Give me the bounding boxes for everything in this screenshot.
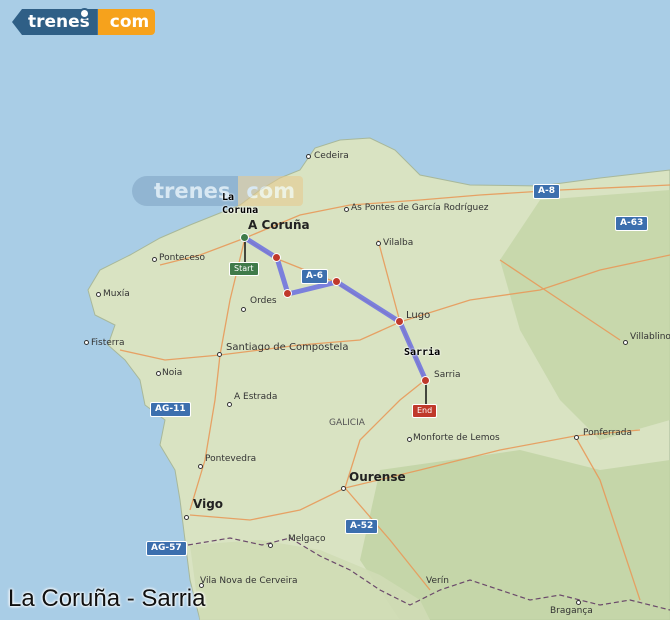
place-label-acoruna: A Coruña (248, 218, 310, 232)
city-dot-melgaco (268, 543, 273, 548)
highway-shield-a6: A-6 (301, 269, 328, 284)
city-dot-ponteceso (152, 257, 157, 262)
route-stop-marker[interactable] (272, 253, 281, 262)
city-dot-muxia (96, 292, 101, 297)
place-label-lugo: Lugo (406, 310, 431, 321)
city-dot-ordes (241, 307, 246, 312)
city-dot-ponferrada (574, 435, 579, 440)
city-dot-fisterra (84, 340, 89, 345)
city-dot-aestrada (227, 402, 232, 407)
place-label-ourense: Ourense (349, 470, 406, 484)
place-label-melgaco: Melgaço (288, 534, 326, 544)
city-dot-ourense (341, 486, 346, 491)
route-map[interactable]: trenes com trenes com A-8 A-6 A-63 AG-11… (0, 0, 670, 620)
route-end-marker[interactable] (421, 376, 430, 385)
start-tag[interactable]: Start (229, 262, 259, 276)
place-label-santiago: Santiago de Compostela (226, 342, 349, 353)
place-label-pontes: As Pontes de García Rodríguez (351, 203, 489, 213)
route-stop-marker[interactable] (332, 277, 341, 286)
city-dot-vilalba (376, 241, 381, 246)
route-origin-label-line1: La (222, 192, 235, 203)
place-label-vigo: Vigo (193, 497, 224, 511)
city-dot-villablino (623, 340, 628, 345)
route-stop-marker[interactable] (395, 317, 404, 326)
brand-logo-right: com (97, 9, 156, 35)
region-label-galicia: GALICIA (329, 418, 365, 428)
city-dot-braganca (576, 600, 581, 605)
place-label-aestrada: A Estrada (234, 392, 278, 402)
city-dot-cedeira (306, 154, 311, 159)
city-dot-pontes (344, 207, 349, 212)
route-start-marker[interactable] (240, 233, 249, 242)
watermark: trenes com (132, 176, 304, 206)
city-dot-pontevedra (198, 464, 203, 469)
route-title: La Coruña - Sarria (8, 585, 206, 612)
map-canvas (87, 137, 670, 620)
city-dot-noia (156, 371, 161, 376)
place-label-pontevedra: Pontevedra (205, 454, 257, 464)
watermark-right: com (238, 176, 304, 206)
place-label-ordes: Ordes (250, 296, 277, 306)
city-dot-santiago (217, 352, 222, 357)
route-destination-label: Sarria (404, 347, 441, 358)
city-dot-vigo (184, 515, 189, 520)
highway-shield-a8: A-8 (533, 184, 560, 199)
brand-logo-dot (79, 8, 90, 19)
route-origin-label-line2: Coruna (222, 205, 259, 216)
end-tag[interactable]: End (412, 404, 438, 418)
place-label-fisterra: Fisterra (91, 338, 125, 348)
route-stop-marker[interactable] (283, 289, 292, 298)
place-label-verin: Verín (426, 576, 449, 586)
place-label-vilanova: Vila Nova de Cerveira (200, 576, 298, 586)
place-label-braganca: Bragança (550, 606, 593, 616)
city-dot-monforte (407, 437, 412, 442)
highway-shield-a52: A-52 (345, 519, 379, 534)
place-label-villablino: Villablino (630, 332, 670, 342)
place-label-cedeira: Cedeira (314, 151, 349, 161)
place-label-ponteceso: Ponteceso (159, 253, 206, 263)
place-label-noia: Noia (162, 368, 183, 378)
place-label-muxia: Muxía (103, 289, 130, 299)
place-label-vilalba: Vilalba (383, 238, 414, 248)
highway-shield-a63: A-63 (615, 216, 649, 231)
place-label-sarria: Sarria (434, 370, 461, 380)
place-label-monforte: Monforte de Lemos (413, 433, 500, 443)
highway-shield-ag11: AG-11 (150, 402, 191, 417)
highway-shield-ag57: AG-57 (146, 541, 187, 556)
place-label-ponferrada: Ponferrada (583, 428, 633, 438)
